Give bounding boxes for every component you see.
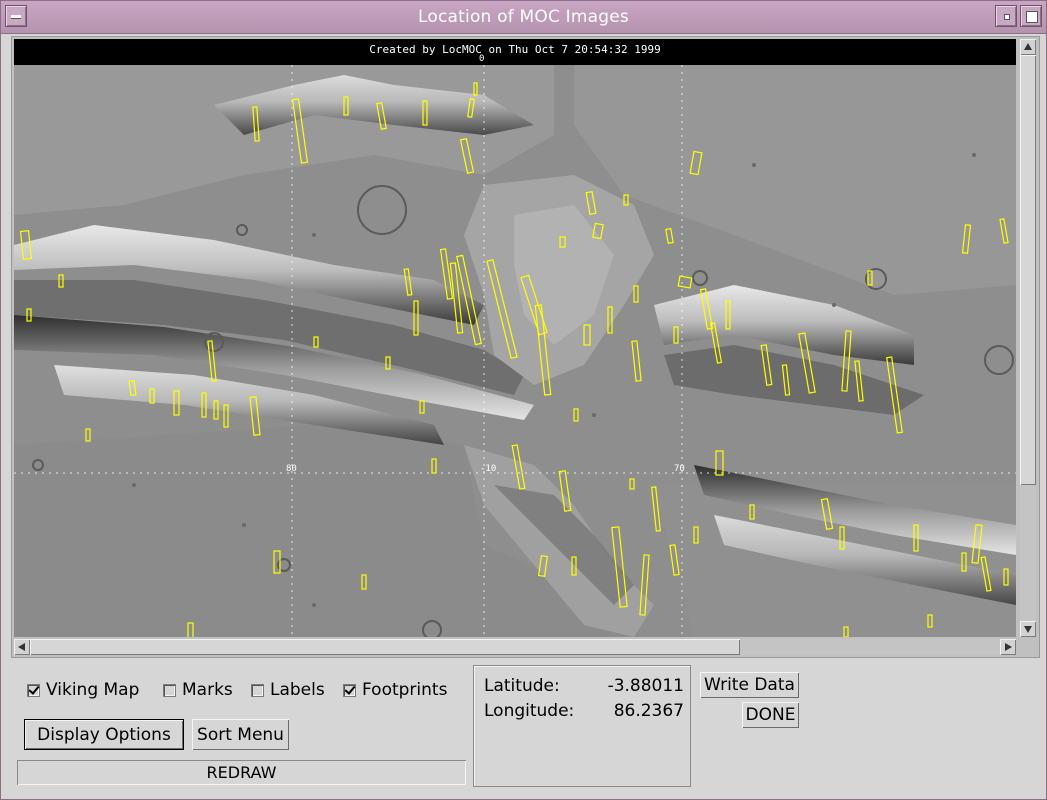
longitude-value: 86.2367 [613, 701, 684, 721]
grid-label-lat-minus-10: -10 [480, 464, 496, 474]
marks-label: Marks [182, 680, 233, 700]
scroll-left-button[interactable] [14, 639, 30, 655]
vertical-scroll-thumb[interactable] [1020, 55, 1036, 485]
grid-label-lon-70: 70 [674, 464, 685, 474]
map-scroll-frame: Created by LocMOC on Thu Oct 7 20:54:32 … [11, 36, 1040, 658]
redraw-button[interactable]: REDRAW [17, 760, 466, 785]
window-title: Location of MOC Images [418, 7, 629, 27]
map-caption: Created by LocMOC on Thu Oct 7 20:54:32 … [369, 43, 661, 56]
latitude-row: Latitude: -3.88011 [484, 676, 684, 698]
coordinate-readout-panel: Latitude: -3.88011 Longitude: 86.2367 [473, 665, 691, 787]
grid-label-lon-80: 80 [286, 464, 297, 474]
scroll-down-button[interactable] [1020, 621, 1036, 637]
viking-map-label: Viking Map [46, 680, 140, 700]
application-window: Location of MOC Images Created by LocMOC… [0, 0, 1047, 800]
latitude-value: -3.88011 [607, 676, 684, 696]
checkbox-checked-icon[interactable] [343, 683, 356, 697]
horizontal-scroll-thumb[interactable] [30, 639, 740, 655]
write-data-button[interactable]: Write Data [700, 672, 799, 698]
horizontal-scrollbar[interactable] [14, 639, 1016, 655]
vertical-scrollbar[interactable] [1020, 39, 1036, 637]
checkbox-unchecked-icon[interactable] [163, 683, 176, 697]
sort-menu-button[interactable]: Sort Menu [192, 719, 289, 750]
title-bar[interactable]: Location of MOC Images [1, 1, 1046, 34]
marks-checkbox[interactable]: Marks [163, 679, 233, 701]
mars-terrain-map[interactable]: 80 -10 70 [14, 65, 1016, 637]
checkbox-unchecked-icon[interactable] [251, 683, 264, 697]
longitude-row: Longitude: 86.2367 [484, 701, 684, 723]
labels-label: Labels [270, 680, 325, 700]
display-options-button[interactable]: Display Options [24, 719, 184, 750]
viking-map-checkbox[interactable]: Viking Map [27, 679, 139, 701]
grid-label-top: 0 [479, 54, 485, 64]
minimize-button[interactable] [995, 5, 1017, 27]
scroll-up-button[interactable] [1020, 39, 1036, 55]
footprints-checkbox[interactable]: Footprints [343, 679, 447, 701]
done-button[interactable]: DONE [742, 702, 799, 728]
maximize-button[interactable] [1020, 5, 1042, 27]
map-viewport[interactable]: Created by LocMOC on Thu Oct 7 20:54:32 … [14, 39, 1016, 637]
footprints-label: Footprints [362, 680, 448, 700]
longitude-label: Longitude: [484, 701, 575, 721]
latitude-label: Latitude: [484, 676, 560, 696]
map-header-bar: Created by LocMOC on Thu Oct 7 20:54:32 … [14, 39, 1016, 65]
labels-checkbox[interactable]: Labels [251, 679, 325, 701]
checkbox-checked-icon[interactable] [27, 683, 40, 697]
scroll-right-button[interactable] [1000, 639, 1016, 655]
